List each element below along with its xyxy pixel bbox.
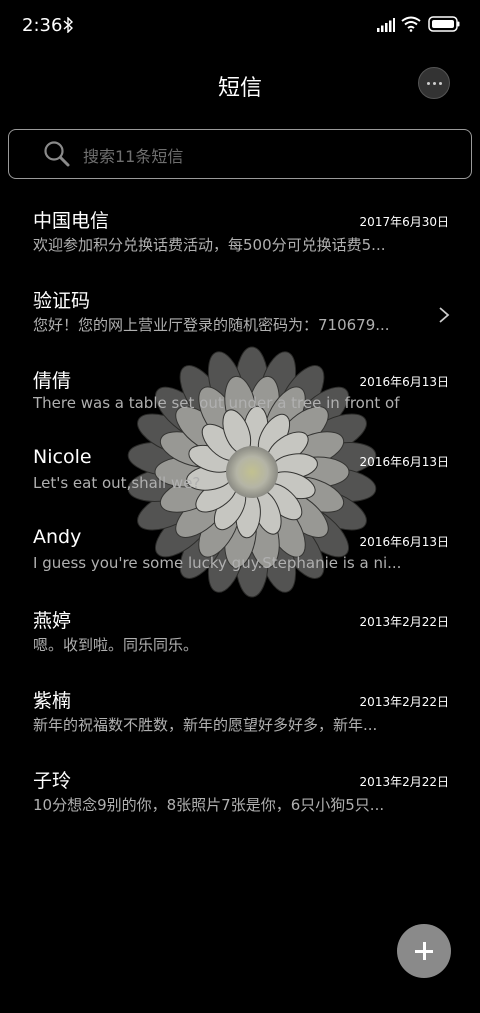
message-preview: I guess you're some lucky guy.Stephanie … xyxy=(33,554,402,572)
page-title: 短信 xyxy=(217,76,262,101)
message-preview: 欢迎参加积分兑换话费活动，每500分可兑换话费5... xyxy=(33,236,386,254)
list-item[interactable]: 紫楠 2013年2月22日 新年的祝福数不胜数，新年的愿望好多好多，新年... xyxy=(0,676,480,756)
more-icon-dot xyxy=(433,82,436,85)
sender-name: 紫楠 xyxy=(33,690,72,712)
message-preview: 新年的祝福数不胜数，新年的愿望好多好多，新年... xyxy=(33,716,378,734)
message-list: 中国电信 2017年6月30日 欢迎参加积分兑换话费活动，每500分可兑换话费5… xyxy=(0,196,480,836)
message-date: 2013年2月22日 xyxy=(359,775,449,789)
search-input[interactable]: 搜索11条短信 xyxy=(8,129,472,179)
sender-name: 子玲 xyxy=(33,770,72,792)
wifi-icon xyxy=(401,16,421,32)
bluetooth-icon xyxy=(63,17,73,33)
list-item[interactable]: Nicole 2016年6月13日 Let's eat out,shall we… xyxy=(0,436,480,516)
battery-icon xyxy=(428,16,460,32)
sender-name: Nicole xyxy=(33,446,92,468)
list-item[interactable]: 倩倩 2016年6月13日 There was a table set out … xyxy=(0,356,480,436)
message-date: 2013年2月22日 xyxy=(359,695,449,709)
plus-icon-stroke xyxy=(423,942,426,960)
message-preview: 您好！您的网上营业厅登录的随机密码为：710679... xyxy=(33,316,390,334)
more-icon-dot xyxy=(439,82,442,85)
list-item[interactable]: 燕婷 2013年2月22日 嗯。收到啦。同乐同乐。 xyxy=(0,596,480,676)
message-preview: 10分想念9别的你，8张照片7张是你，6只小狗5只... xyxy=(33,796,385,814)
compose-button[interactable] xyxy=(397,924,451,978)
message-date: 2016年6月13日 xyxy=(359,535,449,549)
header: 短信 xyxy=(0,56,480,116)
list-item[interactable]: 中国电信 2017年6月30日 欢迎参加积分兑换话费活动，每500分可兑换话费5… xyxy=(0,196,480,276)
message-preview: Let's eat out,shall we? xyxy=(33,474,201,492)
chevron-right-icon xyxy=(439,307,450,323)
status-time: 2:36 xyxy=(22,15,63,36)
message-date: 2016年6月13日 xyxy=(359,375,449,389)
sender-name: 燕婷 xyxy=(33,610,72,632)
status-bar: 2:36 xyxy=(0,0,480,52)
search-icon xyxy=(44,141,70,167)
message-date: 2013年2月22日 xyxy=(359,615,449,629)
list-item[interactable]: 子玲 2013年2月22日 10分想念9别的你，8张照片7张是你，6只小狗5只.… xyxy=(0,756,480,836)
search-placeholder: 搜索11条短信 xyxy=(83,147,184,166)
message-preview: There was a table set out under a tree i… xyxy=(33,394,403,412)
message-date: 2017年6月30日 xyxy=(359,215,449,229)
more-icon xyxy=(427,82,430,85)
list-item[interactable]: Andy 2016年6月13日 I guess you're some luck… xyxy=(0,516,480,596)
sender-name: 验证码 xyxy=(33,290,91,312)
more-button[interactable] xyxy=(418,67,450,99)
signal-icon xyxy=(377,18,395,32)
sender-name: 中国电信 xyxy=(33,210,110,232)
message-date: 2016年6月13日 xyxy=(359,455,449,469)
sender-name: Andy xyxy=(33,526,82,548)
message-preview: 嗯。收到啦。同乐同乐。 xyxy=(33,636,199,654)
sender-name: 倩倩 xyxy=(33,370,72,392)
list-item[interactable]: 验证码 您好！您的网上营业厅登录的随机密码为：710679... xyxy=(0,276,480,356)
